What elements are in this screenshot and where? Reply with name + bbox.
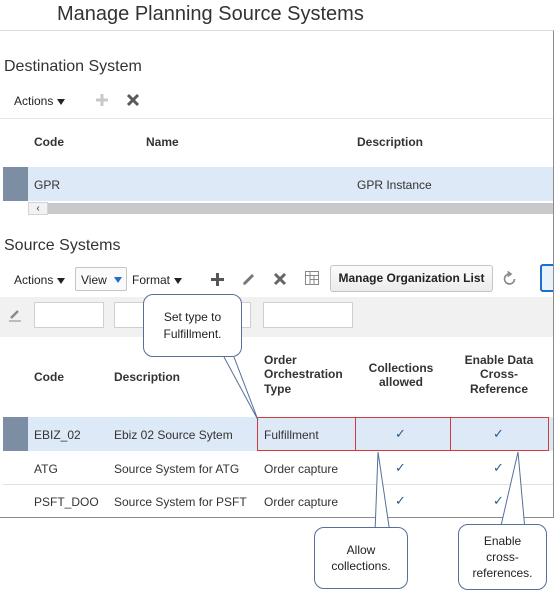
callout-text: Enable cross-references. [472, 533, 533, 581]
callout-text: Set type to Fulfillment. [163, 310, 222, 341]
callout-text: Allow collections. [331, 542, 391, 573]
callout-allow-collections: Allow collections. [314, 527, 408, 589]
callout-set-type: Set type to Fulfillment. [143, 294, 242, 357]
callout-pointers [223, 356, 526, 534]
callout-enable-cross-references: Enable cross-references. [458, 524, 547, 590]
